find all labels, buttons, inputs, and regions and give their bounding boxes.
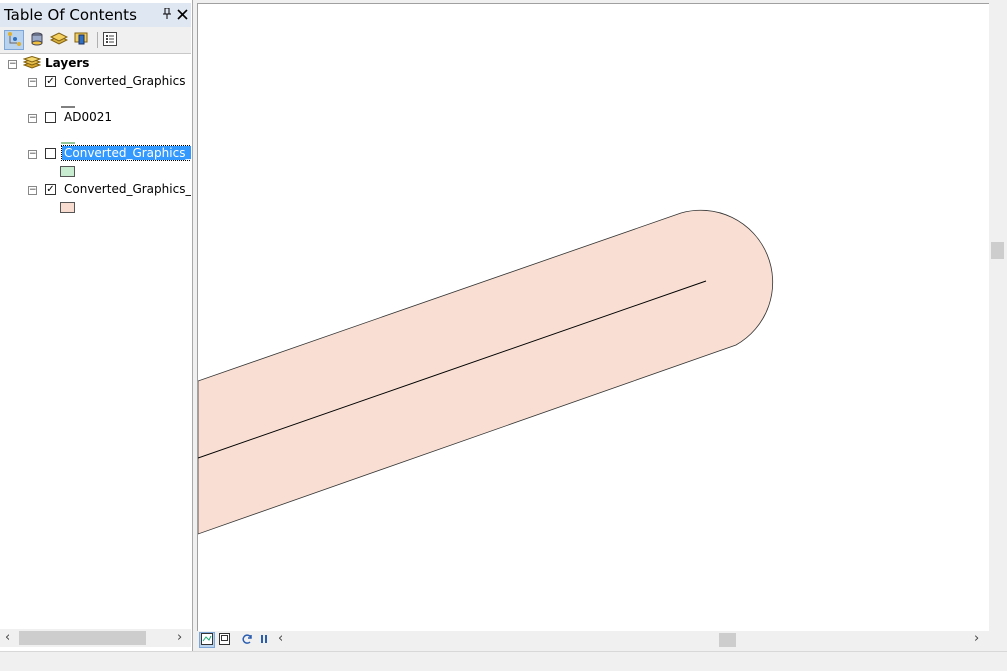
- map-bottom-bar: ‹ ›: [197, 631, 1007, 649]
- polygon-symbol-icon: [60, 166, 76, 181]
- map-canvas[interactable]: [198, 4, 989, 631]
- pin-icon[interactable]: [162, 7, 172, 23]
- toolbar-separator: [97, 32, 98, 48]
- layer-label[interactable]: Converted_Graphics_3_: [60, 145, 191, 161]
- refresh-icon: [241, 633, 253, 648]
- layout-view-icon: [218, 632, 230, 648]
- layer-visibility-checkbox[interactable]: [45, 148, 56, 159]
- scroll-thumb[interactable]: [991, 242, 1004, 259]
- data-view-button[interactable]: [199, 632, 215, 648]
- refresh-button[interactable]: [239, 632, 255, 648]
- collapse-layer-icon[interactable]: −: [28, 150, 37, 159]
- collapse-layer-icon[interactable]: −: [28, 114, 37, 123]
- collapse-layer-icon[interactable]: −: [28, 78, 37, 87]
- layers-group-icon: [22, 55, 42, 73]
- list-by-selection-button[interactable]: [71, 30, 91, 50]
- scroll-right-icon[interactable]: ›: [177, 630, 182, 645]
- layer-label[interactable]: AD0021: [64, 110, 112, 124]
- status-bar: [0, 651, 1007, 671]
- toc-title-bar: Table Of Contents: [0, 3, 191, 27]
- scroll-left-icon[interactable]: ‹: [5, 630, 10, 645]
- collapse-layer-icon[interactable]: −: [28, 186, 37, 195]
- list-by-source-button[interactable]: [27, 30, 47, 50]
- map-vertical-scrollbar[interactable]: [989, 3, 1007, 631]
- close-icon[interactable]: [177, 6, 188, 24]
- layer-label[interactable]: Converted_Graphics: [64, 74, 185, 88]
- buffer-polygon: [198, 209, 774, 535]
- pause-icon: [259, 633, 269, 647]
- scroll-thumb[interactable]: [19, 631, 146, 645]
- layout-view-button[interactable]: [216, 632, 232, 648]
- list-by-drawing-order-button[interactable]: [4, 30, 24, 50]
- list-by-source-icon: [29, 31, 45, 50]
- list-by-drawing-order-icon: [6, 31, 22, 50]
- map-view[interactable]: [197, 3, 989, 631]
- layer-tree: − Layers − ✓ Converted_Graphics − AD0021…: [0, 54, 191, 629]
- scroll-thumb[interactable]: [719, 633, 736, 647]
- toc-title: Table Of Contents: [4, 6, 137, 24]
- data-view-icon: [201, 632, 213, 648]
- toc-horizontal-scrollbar[interactable]: ‹ ›: [0, 629, 191, 647]
- collapse-layers-icon[interactable]: −: [8, 60, 17, 69]
- layer-visibility-checkbox[interactable]: [45, 112, 56, 123]
- options-button[interactable]: [100, 30, 120, 50]
- options-icon: [103, 31, 117, 49]
- table-of-contents-panel: Table Of Contents − Layers − ✓ Converted…: [0, 0, 193, 651]
- layer-visibility-checkbox[interactable]: ✓: [45, 76, 56, 87]
- list-by-visibility-button[interactable]: [49, 30, 69, 50]
- pause-drawing-button[interactable]: [256, 632, 272, 648]
- scroll-right-icon[interactable]: ›: [974, 631, 979, 646]
- list-by-selection-icon: [73, 31, 89, 50]
- layers-root-label[interactable]: Layers: [45, 56, 89, 70]
- list-by-visibility-icon: [49, 31, 69, 50]
- layer-label[interactable]: Converted_Graphics_3_I: [64, 182, 191, 196]
- scroll-left-icon[interactable]: ‹: [278, 631, 283, 646]
- polygon-symbol-icon: [60, 202, 76, 217]
- layer-visibility-checkbox[interactable]: ✓: [45, 184, 56, 195]
- toc-toolbar: [0, 27, 191, 54]
